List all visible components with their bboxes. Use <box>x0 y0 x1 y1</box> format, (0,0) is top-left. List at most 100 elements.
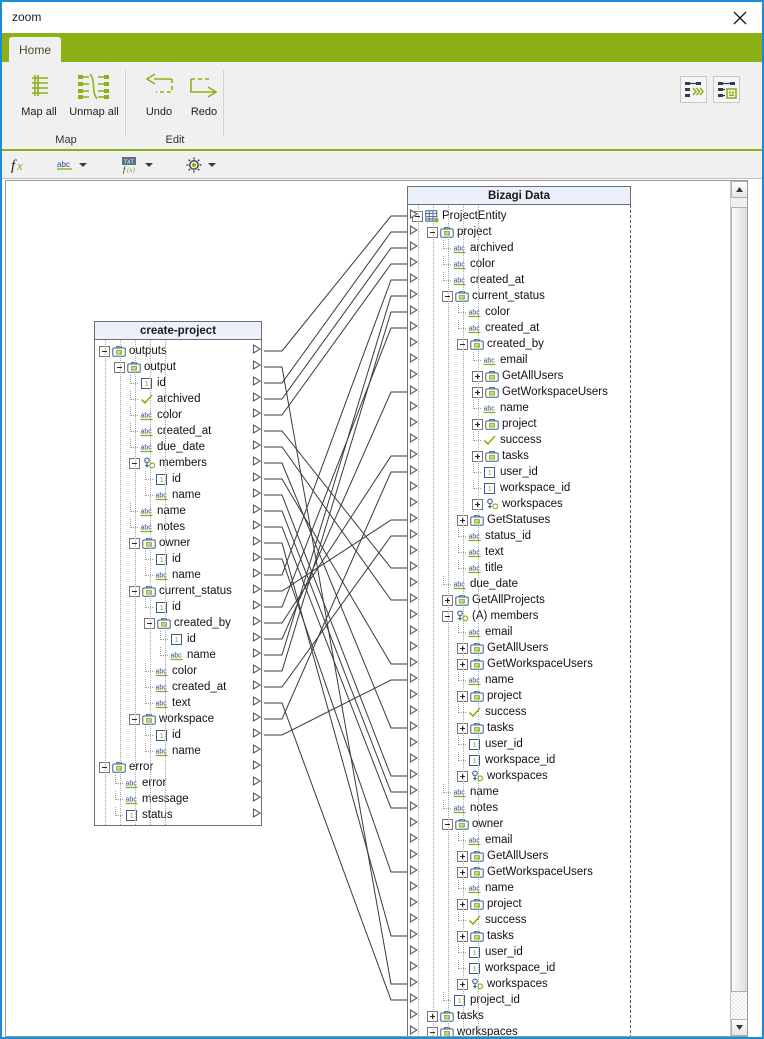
connector-arrow[interactable] <box>252 341 262 354</box>
mapping-link[interactable] <box>264 311 409 672</box>
tree-row[interactable]: 1 workspace_id <box>408 752 630 768</box>
settings-dropdown[interactable] <box>185 155 216 175</box>
connector-arrow[interactable] <box>252 645 262 658</box>
tree-row[interactable]: project <box>408 896 630 912</box>
mapping-link[interactable] <box>264 430 409 569</box>
mapping-link[interactable] <box>264 478 409 665</box>
collapse-icon[interactable] <box>129 585 140 597</box>
scroll-down-icon[interactable] <box>731 1019 747 1036</box>
tree-row[interactable]: abc status_id <box>408 528 630 544</box>
connector-arrow[interactable] <box>409 942 419 955</box>
tree-row[interactable]: abc message <box>95 791 261 807</box>
connector-arrow[interactable] <box>252 565 262 578</box>
connector-arrow[interactable] <box>409 1022 419 1035</box>
connector-arrow[interactable] <box>252 661 262 674</box>
connector-arrow[interactable] <box>409 926 419 939</box>
tree-row[interactable]: abc created_at <box>408 320 630 336</box>
tree-row[interactable]: GetWorkspaceUsers <box>408 864 630 880</box>
tree-row[interactable]: outputs <box>95 343 261 359</box>
connector-arrow[interactable] <box>252 725 262 738</box>
scrollbar-track[interactable] <box>731 992 747 1019</box>
mapping-canvas[interactable]: create-project outputs output 1 id archived a… <box>5 180 748 1037</box>
tree-row[interactable]: workspaces <box>408 768 630 784</box>
connector-arrow[interactable] <box>409 542 419 555</box>
mapping-link[interactable] <box>264 519 409 592</box>
mapping-link[interactable] <box>264 391 409 640</box>
tree-row[interactable]: abc created_at <box>95 423 261 439</box>
tree-row[interactable]: output <box>95 359 261 375</box>
tree-row[interactable]: abc name <box>95 567 261 583</box>
connector-arrow[interactable] <box>409 750 419 763</box>
tree-row[interactable]: abc name <box>408 672 630 688</box>
connector-arrow[interactable] <box>409 558 419 571</box>
mapping-link[interactable] <box>264 535 409 688</box>
scroll-up-icon[interactable] <box>731 181 747 198</box>
connector-arrow[interactable] <box>409 430 419 443</box>
tree-row[interactable]: 1 user_id <box>408 736 630 752</box>
mapping-link[interactable] <box>264 558 409 873</box>
mapping-link[interactable] <box>264 231 409 384</box>
mapping-link[interactable] <box>264 510 409 793</box>
tree-row[interactable]: GetAllUsers <box>408 368 630 384</box>
expand-icon[interactable] <box>457 930 468 942</box>
expand-icon[interactable] <box>457 978 468 990</box>
connector-arrow[interactable] <box>409 462 419 475</box>
tree-row[interactable]: abc email <box>408 624 630 640</box>
connector-arrow[interactable] <box>409 494 419 507</box>
mapping-link[interactable] <box>264 327 409 608</box>
connector-arrow[interactable] <box>409 686 419 699</box>
show-details-button[interactable] <box>713 76 740 103</box>
tree-row[interactable]: created_by <box>408 336 630 352</box>
tree-row[interactable]: project <box>408 224 630 240</box>
expand-icon[interactable] <box>427 1010 438 1022</box>
collapse-icon[interactable] <box>427 226 438 238</box>
collapse-icon[interactable] <box>442 290 453 302</box>
connector-arrow[interactable] <box>409 766 419 779</box>
connector-arrow[interactable] <box>252 501 262 514</box>
connector-arrow[interactable] <box>409 574 419 587</box>
connector-arrow[interactable] <box>409 318 419 331</box>
connector-arrow[interactable] <box>409 510 419 523</box>
tree-row[interactable]: GetAllUsers <box>408 848 630 864</box>
connector-arrow[interactable] <box>252 789 262 802</box>
connector-arrow[interactable] <box>409 734 419 747</box>
tree-row[interactable]: project <box>408 688 630 704</box>
connector-arrow[interactable] <box>252 709 262 722</box>
tree-row[interactable]: archived <box>95 391 261 407</box>
connector-arrow[interactable] <box>409 286 419 299</box>
connector-arrow[interactable] <box>409 718 419 731</box>
tree-row[interactable]: abc created_at <box>95 679 261 695</box>
tree-row[interactable]: abc due_date <box>95 439 261 455</box>
mapping-link[interactable] <box>264 462 409 729</box>
connector-arrow[interactable] <box>409 590 419 603</box>
connector-arrow[interactable] <box>409 302 419 315</box>
tree-row[interactable]: abc color <box>408 256 630 272</box>
tree-row[interactable]: project <box>408 416 630 432</box>
chevron-down-icon[interactable] <box>208 163 216 167</box>
connector-arrow[interactable] <box>252 405 262 418</box>
tree-row[interactable]: abc color <box>408 304 630 320</box>
tree-row[interactable]: workspaces <box>408 1024 630 1036</box>
expand-icon[interactable] <box>457 850 468 862</box>
connector-arrow[interactable] <box>409 478 419 491</box>
connector-arrow[interactable] <box>252 357 262 370</box>
expand-icon[interactable] <box>457 722 468 734</box>
tree-row[interactable]: 1 workspace_id <box>408 480 630 496</box>
target-connector-arrows[interactable] <box>409 206 421 1036</box>
connector-arrow[interactable] <box>409 958 419 971</box>
tree-row[interactable]: abc color <box>95 407 261 423</box>
connector-arrow[interactable] <box>409 366 419 379</box>
mapping-link[interactable] <box>264 494 409 777</box>
mapping-link[interactable] <box>264 542 409 937</box>
expand-icon[interactable] <box>472 498 483 510</box>
connector-arrow[interactable] <box>409 254 419 267</box>
tree-row[interactable]: 1 id <box>95 471 261 487</box>
collapse-icon[interactable] <box>129 457 140 469</box>
tree-row[interactable]: workspace <box>95 711 261 727</box>
tree-row[interactable]: abc title <box>408 560 630 576</box>
canvas-vertical-scrollbar[interactable] <box>730 181 747 1036</box>
mapping-link[interactable] <box>264 679 409 736</box>
tree-row[interactable]: abc text <box>95 695 261 711</box>
collapse-icon[interactable] <box>129 713 140 725</box>
tree-row[interactable]: 1 id <box>95 727 261 743</box>
